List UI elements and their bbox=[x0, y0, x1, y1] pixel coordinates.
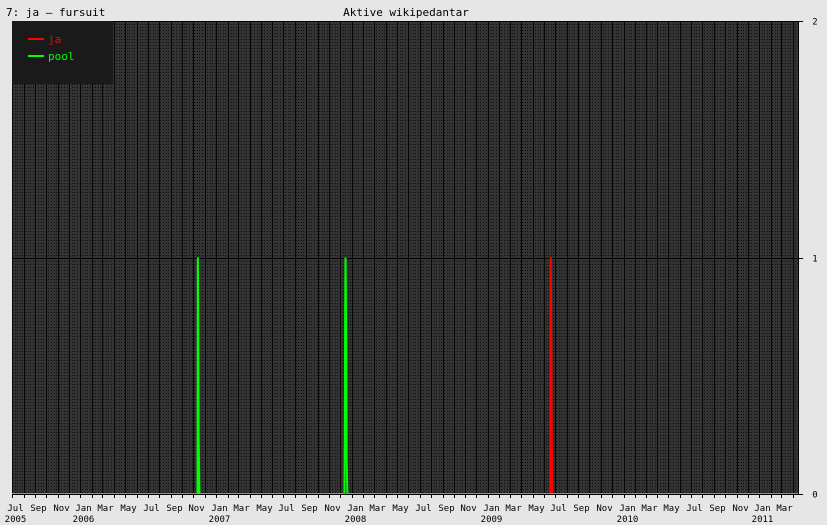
x-tick-label: Mar bbox=[369, 504, 386, 514]
x-tick-label: Jul bbox=[415, 504, 431, 514]
legend-label-ja: ja bbox=[48, 33, 61, 46]
x-tick-label: Nov bbox=[324, 504, 340, 514]
x-year-label: 2007 bbox=[209, 515, 231, 525]
chart-title: Aktive wikipedantar bbox=[343, 6, 469, 19]
x-tick-label: Nov bbox=[460, 504, 476, 514]
x-tick-label: Jul bbox=[7, 504, 23, 514]
x-tick-label: Sep bbox=[573, 504, 589, 514]
x-tick-label: Jul bbox=[278, 504, 294, 514]
x-tick-label: Mar bbox=[97, 504, 114, 514]
x-year-label: 2010 bbox=[617, 515, 639, 525]
chart-subtitle: 7: ja – fursuit bbox=[6, 6, 105, 19]
x-tick-label: Nov bbox=[188, 504, 204, 514]
x-tick-label: Mar bbox=[505, 504, 522, 514]
x-year-label: 2008 bbox=[345, 515, 367, 525]
x-year-label: 2006 bbox=[73, 515, 95, 525]
x-tick-label: Jul bbox=[550, 504, 566, 514]
x-tick-label: Sep bbox=[30, 504, 46, 514]
x-year-label: 2005 bbox=[5, 515, 27, 525]
x-tick-label: Nov bbox=[732, 504, 748, 514]
x-tick-label: May bbox=[256, 504, 273, 514]
x-tick-label: Sep bbox=[709, 504, 725, 514]
y-tick-label: 1 bbox=[812, 255, 817, 265]
x-tick-label: Mar bbox=[641, 504, 658, 514]
legend-label-pool: pool bbox=[48, 50, 75, 63]
x-tick-label: Jul bbox=[686, 504, 702, 514]
x-tick-label: May bbox=[528, 504, 545, 514]
y-tick-label: 2 bbox=[812, 18, 817, 28]
x-year-label: 2011 bbox=[752, 515, 774, 525]
x-tick-label: Jan bbox=[483, 504, 499, 514]
x-tick-label: Jan bbox=[347, 504, 363, 514]
x-year-label: 2009 bbox=[481, 515, 503, 525]
x-tick-label: Sep bbox=[301, 504, 317, 514]
y-tick-label: 0 bbox=[812, 491, 817, 501]
x-tick-label: Nov bbox=[596, 504, 612, 514]
x-tick-label: Mar bbox=[776, 504, 793, 514]
x-tick-label: Jan bbox=[75, 504, 91, 514]
x-tick-label: Sep bbox=[438, 504, 454, 514]
x-tick-label: Jul bbox=[143, 504, 159, 514]
x-tick-label: Nov bbox=[53, 504, 69, 514]
legend: ja pool bbox=[12, 21, 113, 84]
x-tick-label: Jan bbox=[619, 504, 635, 514]
x-tick-label: Sep bbox=[166, 504, 182, 514]
chart: 7: ja – fursuit Aktive wikipedantar Jul2… bbox=[5, 6, 818, 525]
x-tick-label: Mar bbox=[233, 504, 250, 514]
x-tick-label: Jan bbox=[211, 504, 227, 514]
x-tick-label: May bbox=[392, 504, 409, 514]
x-tick-label: May bbox=[120, 504, 137, 514]
x-tick-label: Jan bbox=[754, 504, 770, 514]
x-tick-label: May bbox=[663, 504, 680, 514]
